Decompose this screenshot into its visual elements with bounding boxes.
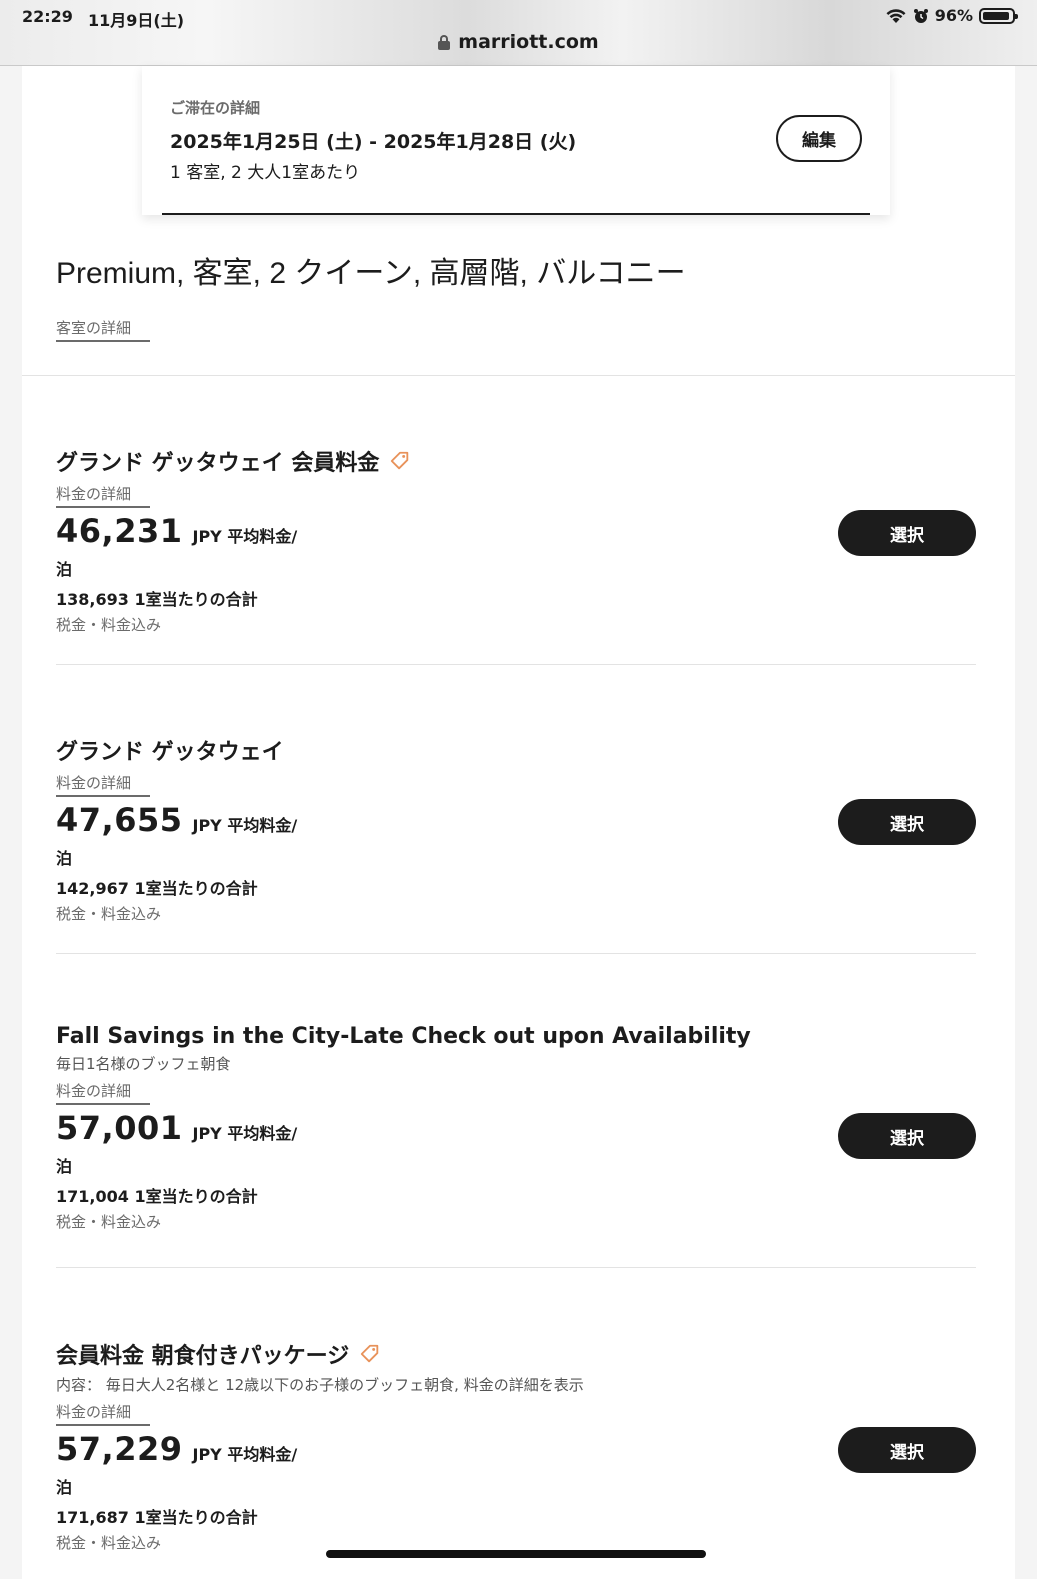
- lock-icon: [438, 34, 451, 50]
- per-night-label: 泊: [56, 849, 73, 868]
- rate-option: グランド ゲッタウェイ 料金の詳細 47,655 JPY 平均料金/ 泊 142…: [56, 734, 976, 924]
- rate-name-row: 会員料金 朝食付きパッケージ: [56, 1338, 976, 1370]
- room-details-link[interactable]: 客室の詳細: [56, 317, 150, 342]
- status-time: 22:29: [22, 7, 73, 26]
- home-indicator: [326, 1550, 706, 1558]
- select-button[interactable]: 選択: [838, 510, 976, 556]
- stay-divider: [162, 213, 870, 215]
- rate-name: 会員料金 朝食付きパッケージ: [56, 1344, 350, 1369]
- rate-details-link-text: 料金の詳細: [56, 772, 150, 797]
- battery-percent: 96%: [934, 6, 973, 25]
- per-night-label: 泊: [56, 560, 73, 579]
- per-night-label: 泊: [56, 1478, 73, 1497]
- nightly-price: 46,231: [56, 512, 183, 550]
- rate-details-link[interactable]: 料金の詳細: [56, 1401, 976, 1426]
- tax-note: 税金・料金込み: [56, 905, 162, 923]
- nightly-price: 57,001: [56, 1109, 183, 1147]
- select-button[interactable]: 選択: [838, 1113, 976, 1159]
- rate-option: グランド ゲッタウェイ 会員料金 料金の詳細 46,231 JPY 平均料金/ …: [56, 445, 976, 635]
- alarm-icon: [913, 8, 928, 23]
- room-details-link-text: 客室の詳細: [56, 317, 150, 342]
- browser-top-bar: 22:29 11月9日(土) 96% marriott.com: [0, 0, 1037, 66]
- price-unit: JPY 平均料金/: [192, 816, 298, 835]
- page: 22:29 11月9日(土) 96% marriott.com ご滞在の詳細 2…: [0, 0, 1037, 1579]
- tax-note: 税金・料金込み: [56, 1213, 162, 1231]
- wifi-icon: [886, 8, 906, 23]
- room-title: Premium, 客室, 2 クイーン, 高層階, バルコニー: [56, 257, 686, 290]
- rate-name-row: Fall Savings in the City-Late Check out …: [56, 1024, 976, 1049]
- rate-name-row: グランド ゲッタウェイ 会員料金: [56, 445, 976, 477]
- rate-name-row: グランド ゲッタウェイ: [56, 734, 976, 766]
- per-night-label: 泊: [56, 1157, 73, 1176]
- stay-guests: 1 客室, 2 大人1室あたり: [170, 163, 361, 183]
- rate-divider: [56, 664, 976, 665]
- rate-details-link[interactable]: 料金の詳細: [56, 483, 976, 508]
- stay-details-label: ご滞在の詳細: [170, 99, 261, 117]
- select-button[interactable]: 選択: [838, 799, 976, 845]
- rate-option: Fall Savings in the City-Late Check out …: [56, 1024, 976, 1232]
- rate-name: グランド ゲッタウェイ: [56, 740, 284, 765]
- nightly-price: 47,655: [56, 801, 183, 839]
- room-divider: [22, 375, 1015, 376]
- member-tag-icon: [391, 451, 409, 470]
- total-price: 138,693 1室当たりの合計: [56, 590, 258, 609]
- url-text: marriott.com: [458, 31, 599, 53]
- status-date: 11月9日(土): [88, 11, 185, 30]
- price-unit: JPY 平均料金/: [192, 1445, 298, 1464]
- tax-note: 税金・料金込み: [56, 616, 162, 634]
- edit-button[interactable]: 編集: [776, 115, 862, 162]
- select-button[interactable]: 選択: [838, 1427, 976, 1473]
- rate-description: 毎日1名様のブッフェ朝食: [56, 1055, 231, 1073]
- rate-details-link[interactable]: 料金の詳細: [56, 772, 976, 797]
- rate-details-link-text: 料金の詳細: [56, 1080, 150, 1105]
- rate-option: 会員料金 朝食付きパッケージ 内容： 毎日大人2名様と 12歳以下のお子様のブッ…: [56, 1338, 976, 1553]
- rate-name: Fall Savings in the City-Late Check out …: [56, 1024, 751, 1049]
- address-bar[interactable]: marriott.com: [0, 31, 1037, 53]
- rate-divider: [56, 1267, 976, 1268]
- total-price: 142,967 1室当たりの合計: [56, 879, 258, 898]
- status-indicators: 96%: [885, 6, 1018, 25]
- stay-dates: 2025年1月25日 (土) - 2025年1月28日 (火): [170, 131, 577, 153]
- rate-details-link-text: 料金の詳細: [56, 1401, 150, 1426]
- rate-description: 内容： 毎日大人2名様と 12歳以下のお子様のブッフェ朝食, 料金の詳細を表示: [56, 1376, 584, 1394]
- nightly-price: 57,229: [56, 1430, 183, 1468]
- battery-icon: [979, 7, 1018, 24]
- price-unit: JPY 平均料金/: [192, 1124, 298, 1143]
- price-unit: JPY 平均料金/: [192, 527, 298, 546]
- member-tag-icon: [361, 1344, 379, 1363]
- total-price: 171,004 1室当たりの合計: [56, 1187, 258, 1206]
- stay-details-panel: ご滞在の詳細 2025年1月25日 (土) - 2025年1月28日 (火) 1…: [142, 66, 890, 215]
- total-price: 171,687 1室当たりの合計: [56, 1508, 258, 1527]
- rate-divider: [56, 953, 976, 954]
- rate-details-link[interactable]: 料金の詳細: [56, 1080, 976, 1105]
- rate-details-link-text: 料金の詳細: [56, 483, 150, 508]
- rate-name: グランド ゲッタウェイ 会員料金: [56, 451, 380, 476]
